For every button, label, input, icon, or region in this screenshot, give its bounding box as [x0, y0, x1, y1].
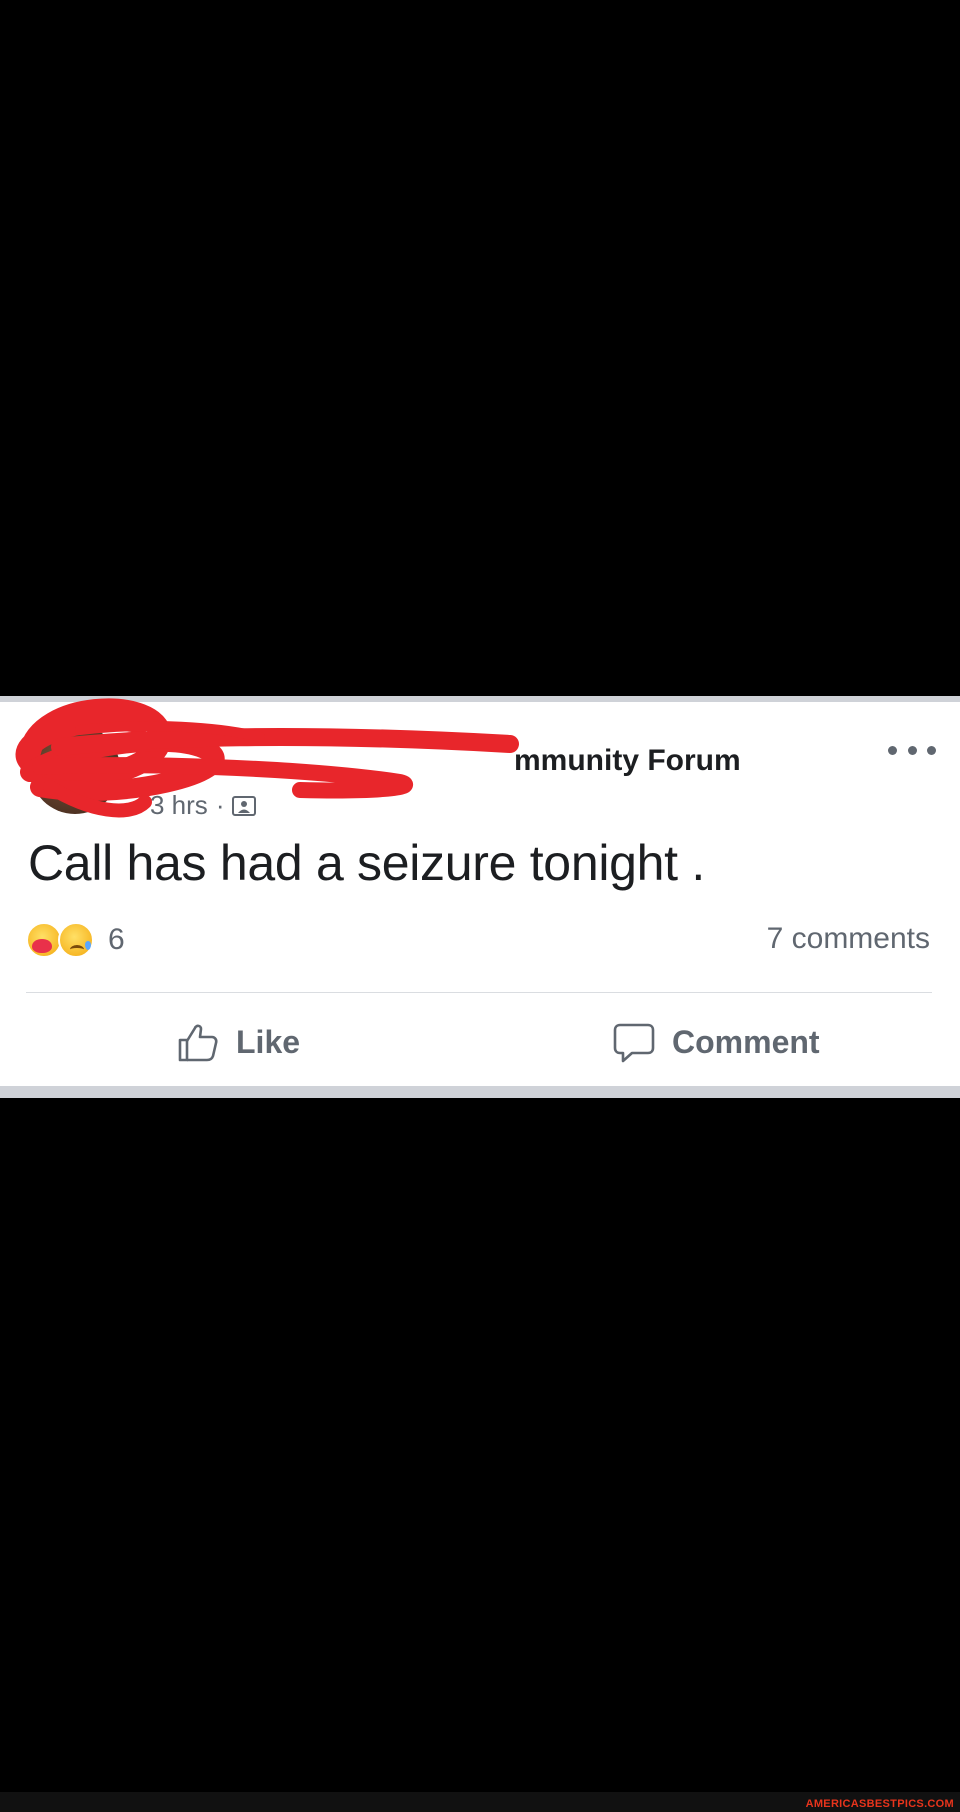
post-card: mmunity Forum 3 hrs · Call has had a sei… — [0, 696, 960, 1098]
divider — [26, 992, 932, 993]
sad-reaction-icon — [58, 922, 94, 958]
thumbs-up-icon — [178, 1024, 218, 1062]
timestamp[interactable]: 3 hrs — [150, 790, 208, 821]
more-options-icon[interactable] — [888, 738, 936, 762]
like-button[interactable]: Like — [176, 1014, 300, 1070]
avatar[interactable] — [30, 724, 120, 814]
comment-button[interactable]: Comment — [612, 1014, 820, 1070]
reactions-summary[interactable]: 6 — [26, 920, 125, 960]
meta-separator: · — [215, 790, 225, 820]
screenshot-page: mmunity Forum 3 hrs · Call has had a sei… — [0, 0, 960, 1812]
like-label: Like — [236, 1023, 301, 1060]
watermark-text: AMERICASBESTPICS.COM — [805, 1798, 954, 1810]
comment-label: Comment — [672, 1023, 820, 1060]
post-text: Call has had a seizure tonight . — [28, 835, 705, 891]
watermark-bar: AMERICASBESTPICS.COM — [0, 1792, 960, 1812]
post-meta: 3 hrs · — [150, 790, 257, 821]
care-reaction-icon — [26, 922, 62, 958]
group-name[interactable]: mmunity Forum — [514, 744, 741, 778]
group-members-icon — [232, 795, 257, 816]
comments-count[interactable]: 7 comments — [767, 922, 930, 956]
comment-bubble-icon — [613, 1023, 655, 1063]
reaction-count: 6 — [108, 923, 125, 956]
